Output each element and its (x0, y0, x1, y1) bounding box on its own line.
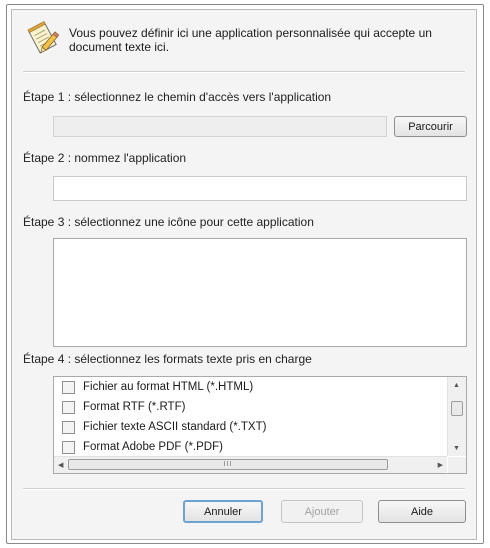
application-icon-area[interactable] (53, 238, 467, 347)
add-button[interactable]: Ajouter (281, 500, 363, 523)
format-html-checkbox[interactable] (62, 380, 75, 394)
step4-label: Étape 4 : sélectionnez les formats texte… (23, 352, 312, 366)
horizontal-scroll-thumb[interactable]: III (68, 459, 388, 470)
format-html-label: Fichier au format HTML (*.HTML) (83, 381, 254, 393)
step2-label: Étape 2 : nommez l'application (23, 151, 187, 165)
step3-label: Étape 3 : sélectionnez une icône pour ce… (23, 215, 314, 229)
notepad-pencil-icon (27, 21, 60, 54)
format-txt-checkbox[interactable] (62, 420, 75, 434)
application-name-field[interactable] (53, 176, 467, 201)
application-path-field[interactable] (53, 116, 387, 137)
scroll-up-arrow-icon[interactable]: ▲ (453, 382, 460, 389)
scroll-left-arrow-icon[interactable]: ◀ (58, 461, 63, 469)
format-txt-label: Fichier texte ASCII standard (*.TXT) (83, 421, 267, 433)
browse-button[interactable]: Parcourir (394, 116, 467, 137)
format-rtf-label: Format RTF (*.RTF) (83, 401, 186, 413)
header-separator (23, 71, 465, 73)
format-rtf-checkbox[interactable] (62, 400, 75, 414)
vertical-scroll-thumb[interactable] (451, 401, 463, 416)
text-formats-items: Fichier au format HTML (*.HTML) Format R… (54, 377, 447, 456)
footer-separator (23, 488, 465, 490)
vertical-scrollbar[interactable]: ▲ ▼ (447, 377, 466, 456)
scroll-down-arrow-icon[interactable]: ▼ (453, 445, 460, 452)
step1-label: Étape 1 : sélectionnez le chemin d'accès… (23, 90, 332, 104)
format-item-rtf[interactable]: Format RTF (*.RTF) (54, 397, 447, 417)
format-item-html[interactable]: Fichier au format HTML (*.HTML) (54, 377, 447, 397)
format-item-pdf[interactable]: Format Adobe PDF (*.PDF) (54, 437, 447, 456)
format-pdf-checkbox[interactable] (62, 440, 75, 454)
help-button[interactable]: Aide (378, 500, 466, 523)
format-pdf-label: Format Adobe PDF (*.PDF) (83, 441, 223, 453)
header-description: Vous pouvez définir ici une application … (69, 26, 432, 54)
cancel-button[interactable]: Annuler (183, 500, 263, 523)
custom-application-dialog: Vous pouvez définir ici une application … (11, 9, 477, 540)
text-formats-list[interactable]: Fichier au format HTML (*.HTML) Format R… (53, 376, 467, 474)
horizontal-scrollbar[interactable]: ◀ III ▶ (54, 456, 447, 473)
scrollbar-corner (448, 457, 466, 473)
scroll-right-arrow-icon[interactable]: ▶ (438, 461, 443, 469)
format-item-txt[interactable]: Fichier texte ASCII standard (*.TXT) (54, 417, 447, 437)
scroll-grip-icon: III (223, 461, 233, 468)
